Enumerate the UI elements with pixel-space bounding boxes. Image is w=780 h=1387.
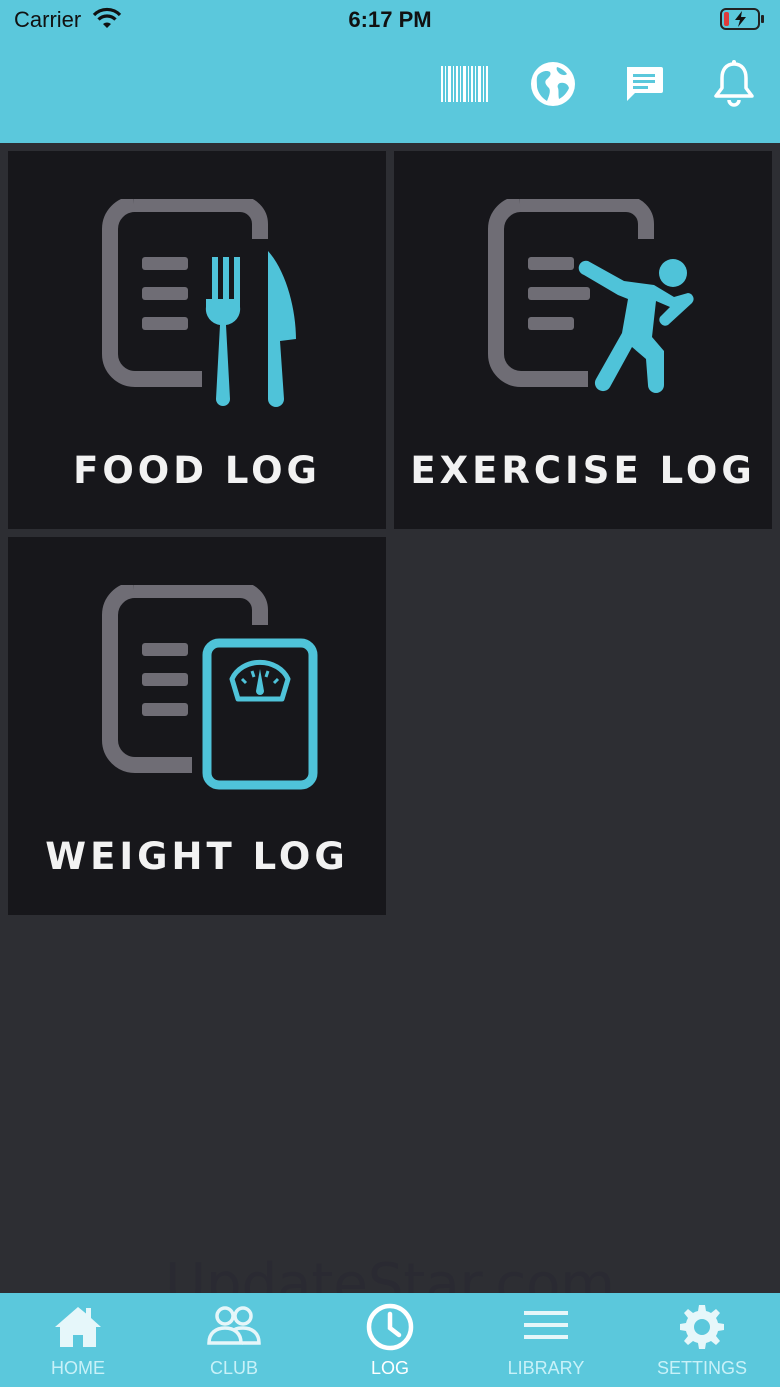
club-icon — [207, 1306, 261, 1345]
notifications-button[interactable] — [708, 58, 760, 110]
clock-icon — [366, 1303, 414, 1351]
tab-club-label: CLUB — [209, 1358, 258, 1378]
message-icon — [627, 67, 663, 101]
gear-icon — [680, 1305, 724, 1349]
status-time: 6:17 PM — [348, 7, 432, 32]
barcode-button[interactable] — [438, 58, 490, 110]
weight-log-label: WEIGHT LOG — [45, 835, 349, 878]
food-log-label: FOOD LOG — [73, 449, 321, 492]
battery-icon — [720, 8, 764, 30]
exercise-log-label: EXERCISE LOG — [410, 449, 756, 492]
tab-home[interactable]: HOME — [0, 1293, 156, 1387]
barcode-icon — [441, 66, 488, 102]
exercise-log-tile[interactable]: EXERCISE LOG — [394, 151, 772, 529]
library-icon — [524, 1311, 568, 1339]
home-icon — [55, 1307, 101, 1347]
tab-log[interactable]: LOG — [312, 1293, 468, 1387]
exercise-log-icon — [488, 199, 694, 393]
tab-library[interactable]: LIBRARY — [468, 1293, 624, 1387]
weight-log-tile[interactable]: WEIGHT LOG — [8, 537, 386, 915]
food-log-icon — [102, 199, 296, 407]
tab-home-label: HOME — [51, 1358, 105, 1378]
tab-club[interactable]: CLUB — [156, 1293, 312, 1387]
bell-icon — [714, 60, 754, 107]
globe-icon — [531, 62, 575, 106]
message-button[interactable] — [618, 58, 670, 110]
tab-log-label: LOG — [370, 1358, 409, 1378]
tab-library-label: LIBRARY — [507, 1358, 585, 1378]
weight-log-icon — [102, 585, 318, 790]
status-bar: Carrier 6:17 PM — [0, 0, 780, 40]
tab-settings-label: SETTINGS — [656, 1358, 747, 1378]
top-bar: Carrier 6:17 PM — [0, 0, 780, 143]
food-log-tile[interactable]: FOOD LOG — [8, 151, 386, 529]
tab-settings[interactable]: SETTINGS — [624, 1293, 780, 1387]
tab-bar: HOME CLUB LOG LIBRARY SETTINGS — [0, 1293, 780, 1387]
globe-button[interactable] — [527, 58, 579, 110]
